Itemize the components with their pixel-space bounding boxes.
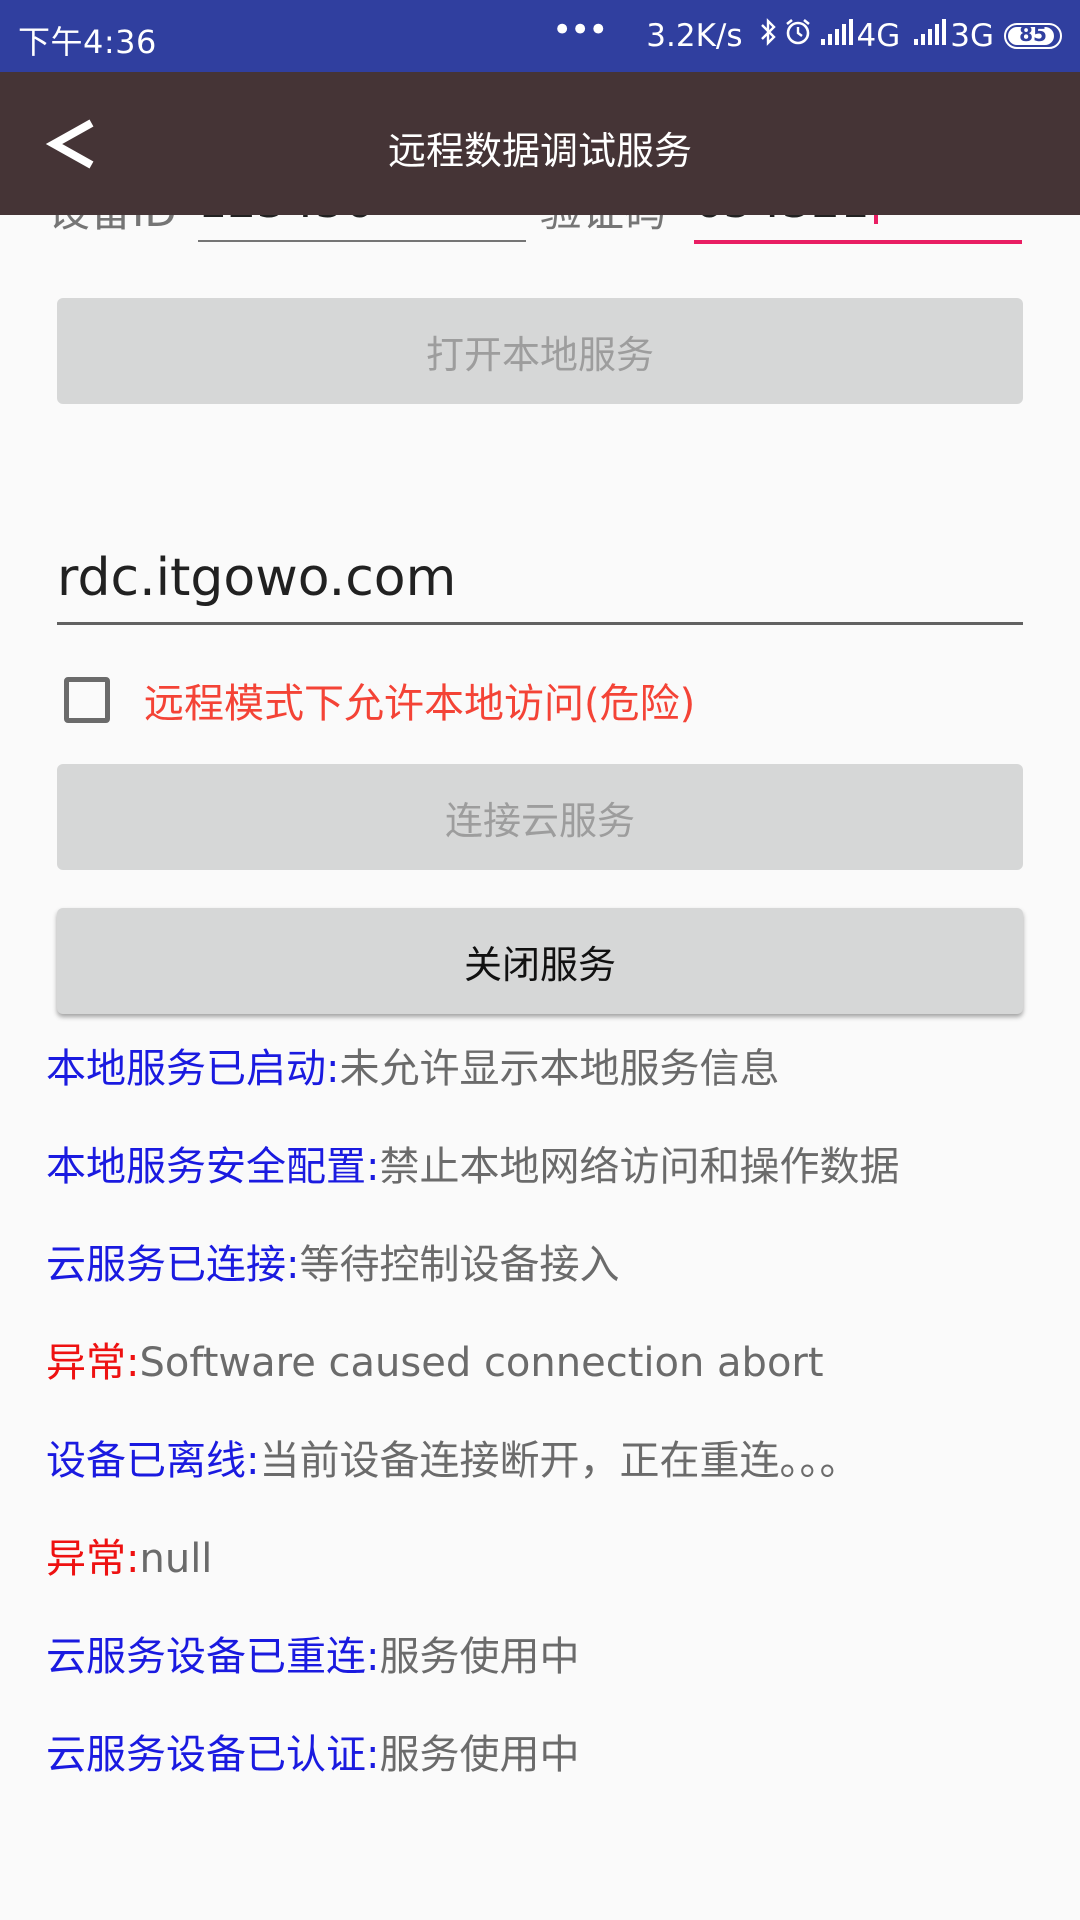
- battery-icon: 85: [1004, 22, 1062, 49]
- log-message: 等待控制设备接入: [299, 1242, 620, 1288]
- allow-local-access-label: 远程模式下允许本地访问(危险): [144, 681, 696, 727]
- close-service-button[interactable]: 关闭服务: [57, 908, 1023, 1014]
- app-toolbar: 远程数据调试服务: [0, 72, 1080, 215]
- log-line: 云服务设备已重连:服务使用中: [46, 1624, 579, 1682]
- alarm-icon: [783, 17, 813, 55]
- battery-level: 85: [1019, 22, 1047, 46]
- log-message: null: [139, 1536, 213, 1582]
- log-key: 异常:: [46, 1340, 140, 1386]
- status-time: 下午4:36: [18, 23, 157, 61]
- log-message: 禁止本地网络访问和操作数据: [379, 1144, 900, 1190]
- log-line: 本地服务安全配置:禁止本地网络访问和操作数据: [46, 1134, 899, 1192]
- log-message: 服务使用中: [379, 1732, 580, 1778]
- log-key: 异常:: [46, 1536, 140, 1582]
- more-notifications-icon: •••: [552, 10, 608, 50]
- log-line: 设备已离线:当前设备连接断开，正在重连。。。: [46, 1428, 859, 1486]
- signal-4g-icon: [819, 17, 853, 55]
- log-key: 设备已离线:: [46, 1438, 260, 1484]
- log-line: 云服务设备已认证:服务使用中: [46, 1722, 579, 1780]
- log-message: 未允许显示本地服务信息: [339, 1046, 780, 1092]
- log-key: 云服务已连接:: [46, 1242, 300, 1288]
- server-address-input[interactable]: rdc.itgowo.com: [57, 548, 1023, 625]
- log-line: 异常:null: [46, 1526, 212, 1584]
- network-4g-label: 4G: [856, 18, 901, 54]
- allow-local-access-option[interactable]: 远程模式下允许本地访问(危险): [64, 670, 695, 730]
- log-message: 服务使用中: [379, 1634, 580, 1680]
- log-line: 云服务已连接:等待控制设备接入: [46, 1232, 619, 1290]
- log-key: 本地服务已启动:: [46, 1046, 340, 1092]
- log-message: Software caused connection abort: [139, 1340, 824, 1386]
- connect-cloud-button[interactable]: 连接云服务: [57, 764, 1023, 870]
- log-line: 本地服务已启动:未允许显示本地服务信息: [46, 1036, 779, 1094]
- page-title: 远程数据调试服务: [387, 129, 692, 173]
- open-local-service-button[interactable]: 打开本地服务: [57, 298, 1023, 404]
- log-key: 云服务设备已重连:: [46, 1634, 380, 1680]
- signal-3g-icon: [912, 17, 947, 55]
- app-screen: 下午4:36 ••• 3.2K/s 4G 3G 85 远程数据调试服务 打开本地…: [0, 0, 1080, 1920]
- status-icons: ••• 3.2K/s 4G 3G 85: [552, 0, 1062, 72]
- log-key: 云服务设备已认证:: [46, 1732, 380, 1778]
- allow-local-access-checkbox[interactable]: [64, 677, 110, 723]
- server-address-value: rdc.itgowo.com: [57, 548, 457, 608]
- log-message: 当前设备连接断开，正在重连。。。: [259, 1438, 860, 1484]
- log-line: 异常:Software caused connection abort: [46, 1330, 824, 1388]
- status-bar: 下午4:36 ••• 3.2K/s 4G 3G 85: [0, 0, 1080, 72]
- log-key: 本地服务安全配置:: [46, 1144, 380, 1190]
- network-3g-label: 3G: [950, 18, 994, 54]
- network-speed: 3.2K/s: [646, 18, 743, 54]
- bluetooth-icon: [759, 17, 777, 55]
